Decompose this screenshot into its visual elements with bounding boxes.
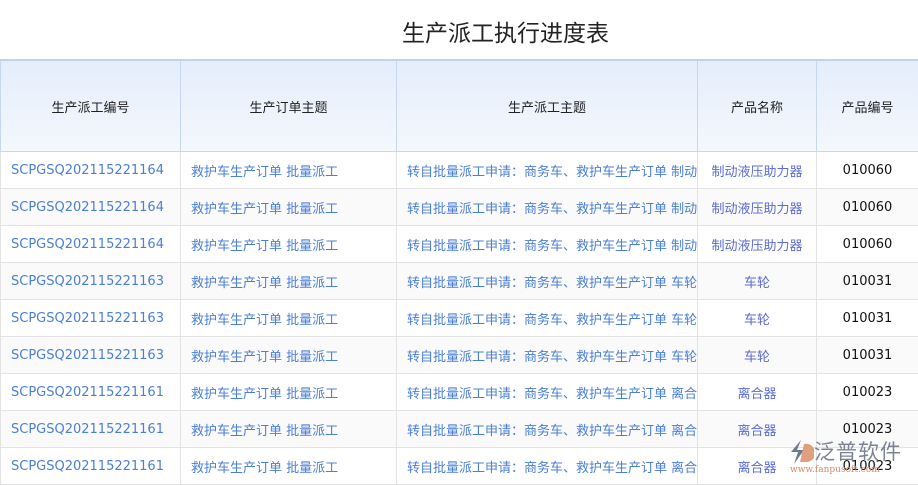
dispatch-subject-link[interactable]: 转自批量派工申请：商务车、救护车生产订单 车轮 — [396, 262, 698, 300]
column-header: 生产订单主题 — [180, 59, 397, 152]
table-row: SCPGSQ202115221163 救护车生产订单 批量派工 转自批量派工申请：商… — [0, 336, 918, 374]
dispatch-number-link[interactable]: SCPGSQ202115221164 — [0, 225, 181, 263]
product-name-link[interactable]: 车轮 — [697, 336, 817, 374]
dispatch-number-link[interactable]: SCPGSQ202115221164 — [0, 151, 181, 189]
product-code: 010060 — [816, 225, 918, 263]
column-header: 生产派工主题 — [396, 59, 698, 152]
column-header: 生产派工编号 — [0, 59, 181, 152]
progress-table: 生产派工编号 生产订单主题 生产派工主题 产品名称 产品编号 SCPGSQ2021152… — [0, 59, 918, 485]
logo-icon — [791, 440, 816, 464]
watermark-logo: 泛普软件 www.fanpusoft.com — [788, 438, 913, 482]
product-code: 010031 — [816, 336, 918, 374]
table-row: SCPGSQ202115221163 救护车生产订单 批量派工 转自批量派工申请：商… — [0, 299, 918, 337]
product-name-link[interactable]: 车轮 — [697, 262, 817, 300]
product-name-link[interactable]: 制动液压助力器 — [697, 151, 817, 189]
product-code: 010031 — [816, 299, 918, 337]
product-name-link[interactable]: 制动液压助力器 — [697, 188, 817, 226]
dispatch-subject-link[interactable]: 转自批量派工申请：商务车、救护车生产订单 离合 — [396, 410, 698, 448]
order-subject-link[interactable]: 救护车生产订单 批量派工 — [180, 151, 397, 189]
product-code: 010023 — [816, 373, 918, 411]
watermark-name: 泛普软件 — [814, 440, 902, 464]
order-subject-link[interactable]: 救护车生产订单 批量派工 — [180, 188, 397, 226]
table-row: SCPGSQ202115221163 救护车生产订单 批量派工 转自批量派工申请：商… — [0, 262, 918, 300]
product-name-link[interactable]: 车轮 — [697, 299, 817, 337]
dispatch-subject-link[interactable]: 转自批量派工申请：商务车、救护车生产订单 离合 — [396, 447, 698, 485]
product-name-link[interactable]: 制动液压助力器 — [697, 225, 817, 263]
order-subject-link[interactable]: 救护车生产订单 批量派工 — [180, 447, 397, 485]
product-name-link[interactable]: 离合器 — [697, 373, 817, 411]
dispatch-subject-link[interactable]: 转自批量派工申请：商务车、救护车生产订单 车轮 — [396, 299, 698, 337]
table-row: SCPGSQ202115221164 救护车生产订单 批量派工 转自批量派工申请：商… — [0, 188, 918, 226]
product-code: 010060 — [816, 151, 918, 189]
table-row: SCPGSQ202115221164 救护车生产订单 批量派工 转自批量派工申请：商… — [0, 225, 918, 263]
order-subject-link[interactable]: 救护车生产订单 批量派工 — [180, 299, 397, 337]
watermark-url: www.fanpusoft.com — [790, 465, 880, 475]
dispatch-number-link[interactable]: SCPGSQ202115221163 — [0, 299, 181, 337]
table-row: SCPGSQ202115221161 救护车生产订单 批量派工 转自批量派工申请：商… — [0, 410, 918, 448]
dispatch-subject-link[interactable]: 转自批量派工申请：商务车、救护车生产订单 车轮 — [396, 336, 698, 374]
order-subject-link[interactable]: 救护车生产订单 批量派工 — [180, 262, 397, 300]
dispatch-number-link[interactable]: SCPGSQ202115221163 — [0, 336, 181, 374]
dispatch-number-link[interactable]: SCPGSQ202115221161 — [0, 373, 181, 411]
column-header: 产品名称 — [697, 59, 817, 152]
table-row: SCPGSQ202115221161 救护车生产订单 批量派工 转自批量派工申请：商… — [0, 373, 918, 411]
order-subject-link[interactable]: 救护车生产订单 批量派工 — [180, 373, 397, 411]
dispatch-number-link[interactable]: SCPGSQ202115221163 — [0, 262, 181, 300]
dispatch-number-link[interactable]: SCPGSQ202115221164 — [0, 188, 181, 226]
page-title: 生产派工执行进度表 — [402, 21, 609, 47]
dispatch-number-link[interactable]: SCPGSQ202115221161 — [0, 410, 181, 448]
order-subject-link[interactable]: 救护车生产订单 批量派工 — [180, 225, 397, 263]
table-row: SCPGSQ202115221164 救护车生产订单 批量派工 转自批量派工申请：商… — [0, 151, 918, 189]
dispatch-subject-link[interactable]: 转自批量派工申请：商务车、救护车生产订单 制动 — [396, 188, 698, 226]
dispatch-subject-link[interactable]: 转自批量派工申请：商务车、救护车生产订单 制动 — [396, 225, 698, 263]
column-header: 产品编号 — [816, 59, 918, 152]
table-row: SCPGSQ202115221161 救护车生产订单 批量派工 转自批量派工申请：商… — [0, 447, 918, 485]
product-code: 010060 — [816, 188, 918, 226]
order-subject-link[interactable]: 救护车生产订单 批量派工 — [180, 336, 397, 374]
product-code: 010031 — [816, 262, 918, 300]
dispatch-subject-link[interactable]: 转自批量派工申请：商务车、救护车生产订单 离合 — [396, 373, 698, 411]
dispatch-number-link[interactable]: SCPGSQ202115221161 — [0, 447, 181, 485]
order-subject-link[interactable]: 救护车生产订单 批量派工 — [180, 410, 397, 448]
dispatch-subject-link[interactable]: 转自批量派工申请：商务车、救护车生产订单 制动 — [396, 151, 698, 189]
